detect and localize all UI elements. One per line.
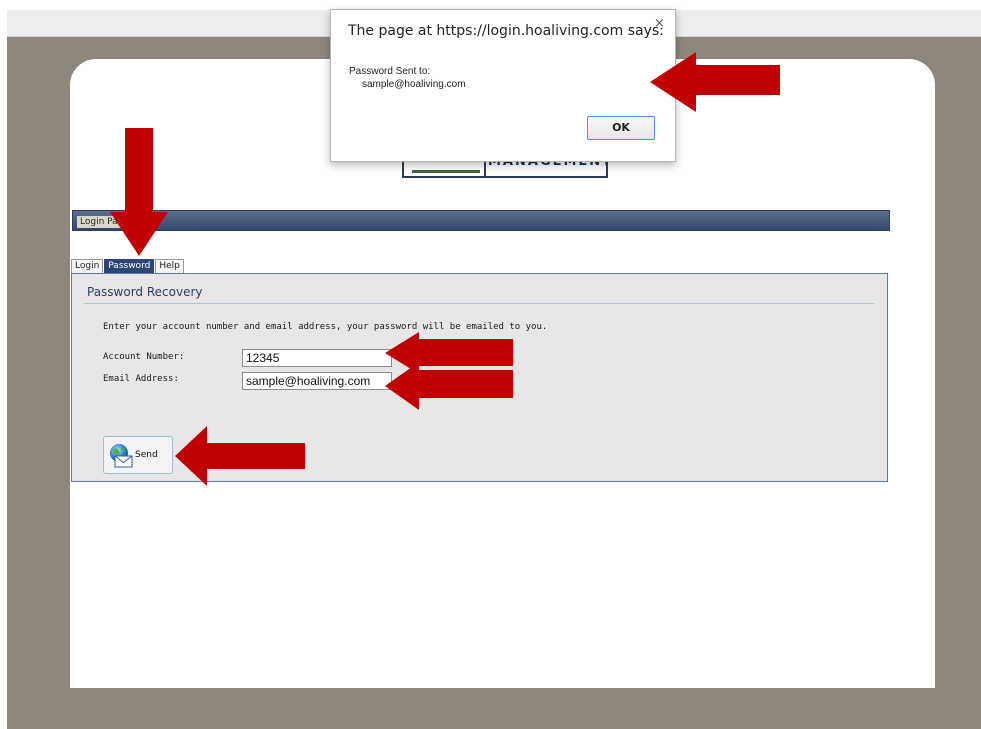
section-heading: Password Recovery	[87, 285, 203, 299]
ok-button[interactable]: OK	[587, 116, 655, 140]
instructions-text: Enter your account number and email addr…	[103, 322, 548, 332]
red-arrow-icon	[110, 128, 168, 256]
red-arrow-icon	[650, 52, 780, 112]
globe-mail-icon	[110, 444, 133, 468]
close-icon[interactable]: ×	[654, 16, 665, 31]
account-number-input[interactable]: 12345	[242, 349, 392, 367]
account-number-label: Account Number:	[103, 352, 185, 362]
divider	[84, 303, 874, 304]
send-label: Send	[135, 450, 158, 460]
red-arrow-icon	[175, 426, 305, 486]
tab-bar: Login Password Help	[71, 259, 185, 273]
red-arrow-icon	[385, 362, 513, 410]
alert-dialog: The page at https://login.hoaliving.com …	[330, 9, 676, 162]
logo-accent-bar	[412, 170, 480, 173]
tab-password[interactable]: Password	[104, 259, 155, 273]
dialog-email: sample@hoaliving.com	[362, 79, 466, 90]
dialog-title: The page at https://login.hoaliving.com …	[348, 23, 664, 39]
send-button[interactable]: Send	[103, 436, 173, 474]
dialog-message: Password Sent to:	[349, 66, 431, 77]
login-page-title-bar: Login Pa	[72, 210, 890, 231]
tab-help[interactable]: Help	[155, 259, 184, 273]
email-address-input[interactable]: sample@hoaliving.com	[242, 372, 392, 390]
email-address-label: Email Address:	[103, 374, 179, 384]
tab-login[interactable]: Login	[71, 259, 104, 273]
